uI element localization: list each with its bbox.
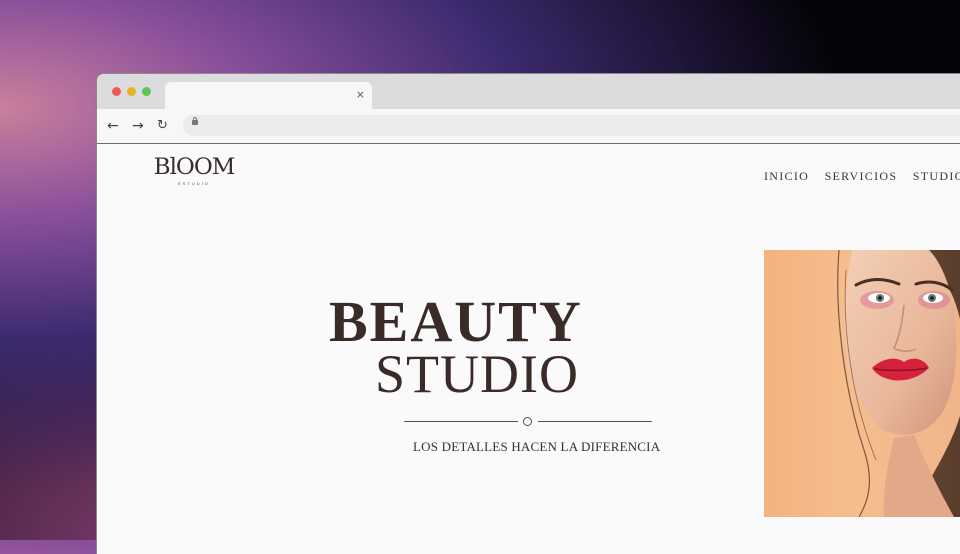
browser-window: × ← → ↻ BlOOM ESTUDIO INICIO SERVICIOS S… [97, 74, 960, 554]
browser-toolbar: ← → ↻ [97, 109, 960, 144]
logo-subtitle: ESTUDIO [178, 181, 210, 186]
nav-item-servicios[interactable]: SERVICIOS [825, 169, 898, 183]
nav-item-inicio[interactable]: INICIO [764, 169, 809, 183]
hero-title-line-2: STUDIO [375, 344, 579, 404]
hero-title: BEAUTY STUDIO [329, 291, 583, 404]
minimize-window-button[interactable] [127, 87, 136, 96]
close-tab-icon[interactable]: × [356, 89, 365, 101]
divider-line-right [538, 421, 652, 422]
lock-icon [192, 117, 198, 125]
hero-model-photo [764, 250, 960, 517]
hero-tagline: LOS DETALLES HACEN LA DIFERENCIA [413, 439, 661, 454]
model-face-illustration [837, 250, 960, 517]
browser-tab[interactable]: × [165, 82, 372, 109]
site-logo[interactable]: BlOOM ESTUDIO [149, 155, 239, 187]
forward-arrow-icon[interactable]: → [132, 118, 144, 134]
decorative-divider [404, 415, 652, 427]
maximize-window-button[interactable] [142, 87, 151, 96]
logo-wordmark: BlOOM [153, 155, 236, 180]
divider-line-left [404, 421, 518, 422]
divider-circle [523, 417, 532, 426]
main-nav: INICIO SERVICIOS STUDIO [764, 167, 960, 185]
close-window-button[interactable] [112, 87, 121, 96]
nav-item-studio[interactable]: STUDIO [913, 169, 960, 183]
reload-icon[interactable]: ↻ [157, 118, 168, 134]
address-bar[interactable] [183, 115, 960, 136]
title-bar: × [97, 74, 960, 109]
back-arrow-icon[interactable]: ← [107, 118, 119, 134]
web-page: BlOOM ESTUDIO INICIO SERVICIOS STUDIO BE… [97, 144, 960, 554]
